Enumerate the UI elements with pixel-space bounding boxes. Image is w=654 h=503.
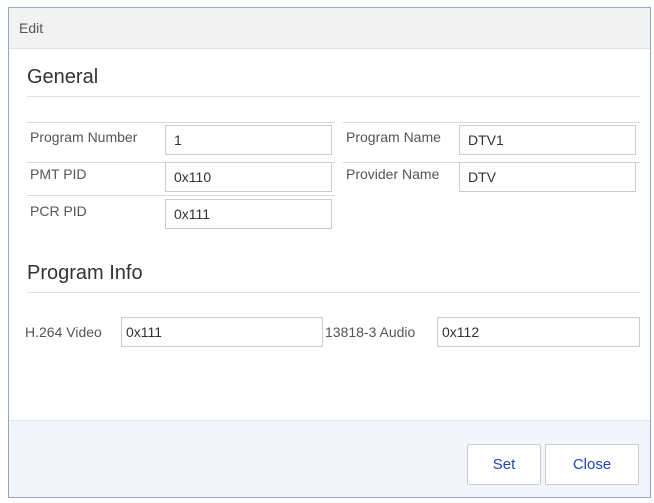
pcr-pid-input[interactable] — [165, 199, 332, 229]
h264-video-label: H.264 Video — [25, 324, 102, 340]
set-button[interactable]: Set — [467, 444, 541, 485]
general-heading: General — [27, 66, 99, 88]
provider-name-input[interactable] — [459, 162, 636, 192]
pmt-pid-input[interactable] — [165, 162, 332, 192]
provider-name-label: Provider Name — [346, 166, 440, 182]
close-button[interactable]: Close — [545, 444, 639, 485]
dialog-footer: Set Close — [9, 420, 650, 497]
audio-input[interactable] — [437, 317, 640, 347]
program-info-divider — [27, 292, 640, 293]
row-divider — [343, 122, 640, 123]
dialog-titlebar: Edit — [9, 8, 650, 49]
dialog-title: Edit — [19, 20, 44, 36]
h264-video-input[interactable] — [121, 317, 323, 347]
row-divider — [27, 122, 335, 123]
audio-label: 13818-3 Audio — [325, 324, 416, 340]
program-info-heading: Program Info — [27, 262, 143, 284]
program-name-label: Program Name — [346, 129, 441, 145]
row-divider — [27, 195, 335, 196]
program-number-input[interactable] — [165, 125, 332, 155]
program-number-label: Program Number — [30, 129, 138, 145]
program-name-input[interactable] — [459, 125, 636, 155]
pmt-pid-label: PMT PID — [30, 166, 87, 182]
pcr-pid-label: PCR PID — [30, 203, 87, 219]
general-divider — [27, 96, 640, 97]
edit-dialog: Edit General Program Number Program Name… — [8, 7, 651, 498]
